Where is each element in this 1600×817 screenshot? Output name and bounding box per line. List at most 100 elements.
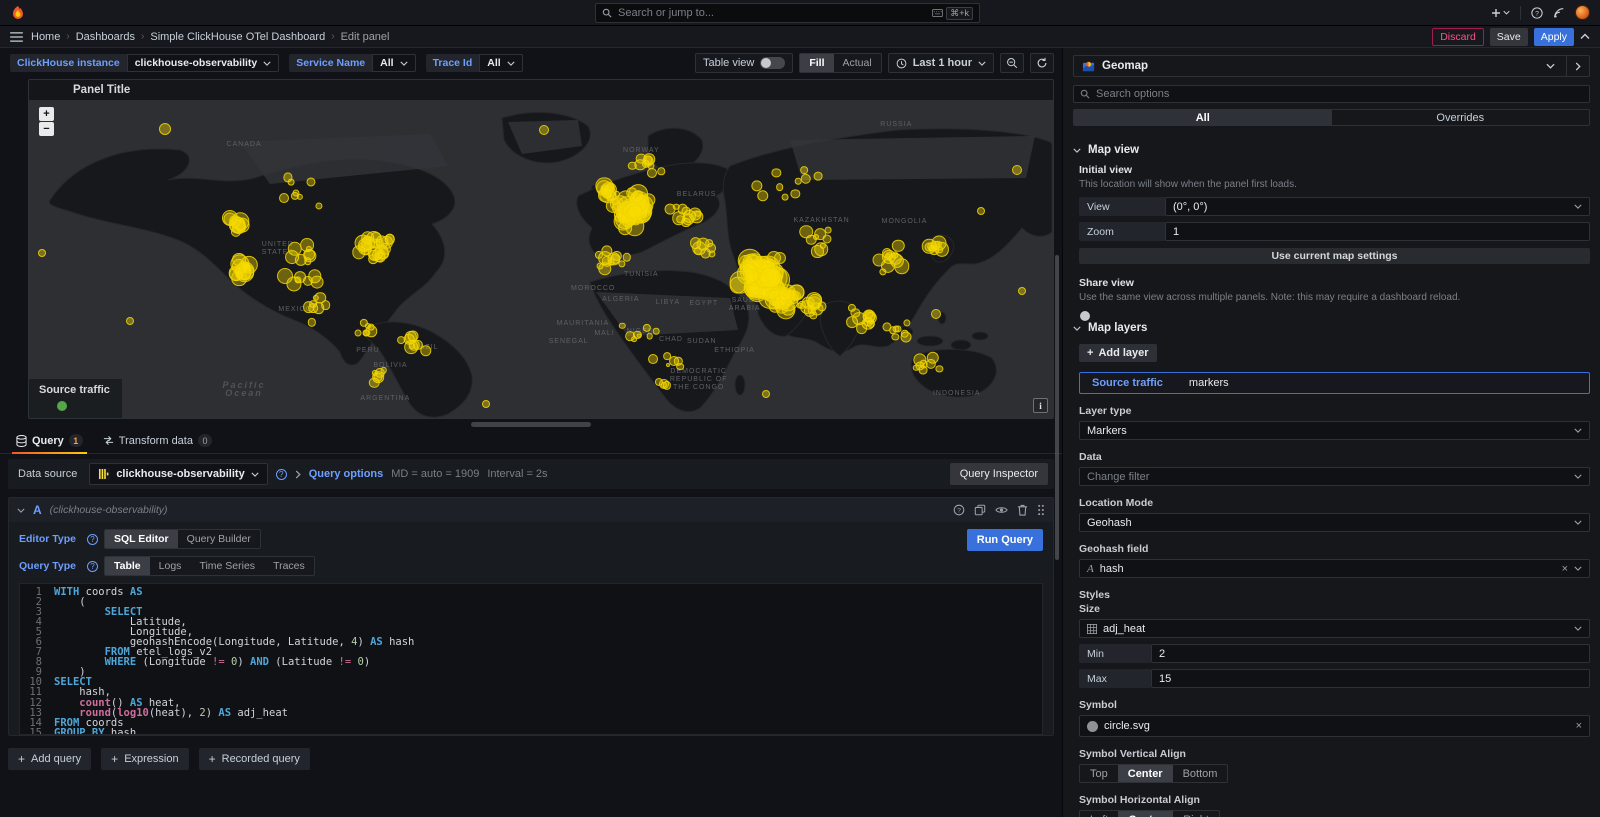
run-query-button[interactable]: Run Query xyxy=(967,529,1043,551)
map-marker xyxy=(368,324,375,331)
news-button[interactable] xyxy=(1553,7,1565,19)
map-marker xyxy=(846,316,858,328)
options-pane-header[interactable]: Geomap xyxy=(1073,55,1590,77)
add-query-button[interactable]: +Add query xyxy=(8,748,91,770)
query-type-logs[interactable]: Logs xyxy=(150,557,191,575)
map-marker xyxy=(311,276,324,289)
scrollbar[interactable] xyxy=(1055,255,1059,560)
query-datasource-hint: (clickhouse-observability) xyxy=(50,504,168,516)
valign-center[interactable]: Center xyxy=(1118,765,1173,782)
zoom-out-time-button[interactable] xyxy=(1000,53,1024,73)
search-options-input[interactable]: Search options xyxy=(1073,85,1590,103)
datasource-picker[interactable]: clickhouse-observability xyxy=(89,463,267,485)
layer-type-select[interactable]: Markers xyxy=(1079,421,1590,440)
chevron-down-icon xyxy=(251,472,259,477)
map-zoom-in-button[interactable]: + xyxy=(39,107,54,121)
save-button[interactable]: Save xyxy=(1490,28,1528,46)
field-grid-icon xyxy=(1087,624,1097,634)
tab-transform-data[interactable]: Transform data 0 xyxy=(95,430,220,453)
variable-value-dropdown[interactable]: All xyxy=(372,54,415,72)
search-input[interactable]: Search or jump to... ⌘+k xyxy=(595,3,980,23)
query-type-time-series[interactable]: Time Series xyxy=(190,557,264,575)
delete-query-trash-icon[interactable] xyxy=(1017,504,1028,516)
panel-resize-handle[interactable] xyxy=(471,422,591,427)
help-button[interactable]: ? xyxy=(1531,7,1543,19)
panel-header[interactable]: Panel Title xyxy=(29,80,1053,100)
map-marker xyxy=(762,390,770,398)
tab-query[interactable]: Query 1 xyxy=(8,430,91,453)
map-canvas[interactable]: RUSSIACANADAUNITED STATESMEXICONORWAYBEL… xyxy=(29,100,1053,418)
fill-option[interactable]: Fill xyxy=(800,54,833,72)
map-layers-section-header[interactable]: Map layers xyxy=(1073,320,1590,340)
add-layer-button[interactable]: + Add layer xyxy=(1079,344,1157,362)
zoom-out-icon xyxy=(1006,57,1018,69)
size-field-select[interactable]: adj_heat xyxy=(1079,619,1590,638)
query-type-help-icon[interactable]: ? xyxy=(87,561,98,572)
collapse-pane-icon[interactable] xyxy=(1575,62,1581,71)
max-input[interactable]: 15 xyxy=(1151,669,1590,688)
location-mode-select[interactable]: Geohash xyxy=(1079,513,1590,532)
drag-handle-icon[interactable] xyxy=(1037,504,1045,516)
expression-button[interactable]: +Expression xyxy=(101,748,188,770)
chevron-right-icon[interactable] xyxy=(295,470,301,479)
clock-icon xyxy=(896,58,907,69)
menu-icon[interactable] xyxy=(10,32,23,42)
geohash-field-select[interactable]: A hash × xyxy=(1079,559,1590,578)
map-view-section-header[interactable]: Map view xyxy=(1073,142,1590,162)
halign-right[interactable]: Right xyxy=(1173,811,1219,817)
breadcrumb-dashboards[interactable]: Dashboards xyxy=(76,31,135,43)
use-current-map-settings-button[interactable]: Use current map settings xyxy=(1079,248,1590,264)
discard-button[interactable]: Discard xyxy=(1432,28,1484,46)
query-type-traces[interactable]: Traces xyxy=(264,557,314,575)
size-label: Size xyxy=(1079,603,1590,615)
user-avatar[interactable] xyxy=(1575,5,1590,20)
chevron-down-icon[interactable] xyxy=(1546,63,1555,69)
query-card-header[interactable]: A (clickhouse-observability) ? xyxy=(9,498,1053,522)
actual-option[interactable]: Actual xyxy=(834,54,881,72)
editor-type-query-builder[interactable]: Query Builder xyxy=(178,530,260,548)
duplicate-query-icon[interactable] xyxy=(974,504,986,516)
variable-value-dropdown[interactable]: clickhouse-observability xyxy=(127,54,280,72)
query-type-table[interactable]: Table xyxy=(105,557,150,575)
variable-value-dropdown[interactable]: All xyxy=(479,54,522,72)
zoom-input[interactable]: 1 xyxy=(1165,222,1590,241)
geomap-panel[interactable]: Panel Title xyxy=(28,79,1054,419)
table-view-toggle[interactable] xyxy=(760,57,785,69)
time-range-picker[interactable]: Last 1 hour xyxy=(888,53,994,73)
editor-type-sql-editor[interactable]: SQL Editor xyxy=(105,530,178,548)
breadcrumb-dashboard-name[interactable]: Simple ClickHouse OTel Dashboard xyxy=(150,31,325,43)
tab-overrides[interactable]: Overrides xyxy=(1332,110,1590,125)
datasource-help-icon[interactable]: ? xyxy=(276,469,287,480)
map-zoom-out-button[interactable]: − xyxy=(39,122,54,136)
layer-row-source-traffic[interactable]: Source traffic markers xyxy=(1079,372,1590,394)
halign-center[interactable]: Center xyxy=(1118,811,1173,817)
min-input[interactable]: 2 xyxy=(1151,644,1590,663)
refresh-button[interactable] xyxy=(1030,53,1054,73)
view-label: View xyxy=(1079,197,1165,216)
halign-left[interactable]: Left xyxy=(1080,811,1118,817)
symbol-select[interactable]: circle.svg × xyxy=(1079,715,1590,737)
recorded-query-button[interactable]: +Recorded query xyxy=(199,748,310,770)
map-attribution-info-button[interactable]: i xyxy=(1033,398,1048,413)
plus-icon: + xyxy=(209,752,216,766)
valign-top[interactable]: Top xyxy=(1080,765,1118,782)
collapse-up-icon[interactable] xyxy=(1580,33,1590,40)
query-inspector-button[interactable]: Query Inspector xyxy=(950,463,1048,485)
view-select[interactable]: (0°, 0°) xyxy=(1165,197,1590,216)
breadcrumb-home[interactable]: Home xyxy=(31,31,60,43)
new-menu-button[interactable] xyxy=(1491,8,1510,18)
grafana-logo-icon[interactable] xyxy=(10,5,26,21)
data-filter-select[interactable]: Change filter xyxy=(1079,467,1590,486)
query-help-icon[interactable]: ? xyxy=(953,504,965,516)
apply-button[interactable]: Apply xyxy=(1534,28,1574,46)
hide-response-eye-icon[interactable] xyxy=(995,504,1008,516)
valign-bottom[interactable]: Bottom xyxy=(1173,765,1228,782)
sql-editor[interactable]: 1WITH coords AS2 (3 SELECT4 Latitude,5 L… xyxy=(19,583,1043,735)
editor-type-help-icon[interactable]: ? xyxy=(87,534,98,545)
query-options-link[interactable]: Query options xyxy=(309,468,384,480)
map-marker xyxy=(596,180,612,196)
tab-all[interactable]: All xyxy=(1074,110,1332,125)
clear-icon[interactable]: × xyxy=(1576,720,1582,732)
layer-name[interactable]: Source traffic xyxy=(1092,377,1163,389)
clear-icon[interactable]: × xyxy=(1562,563,1568,575)
